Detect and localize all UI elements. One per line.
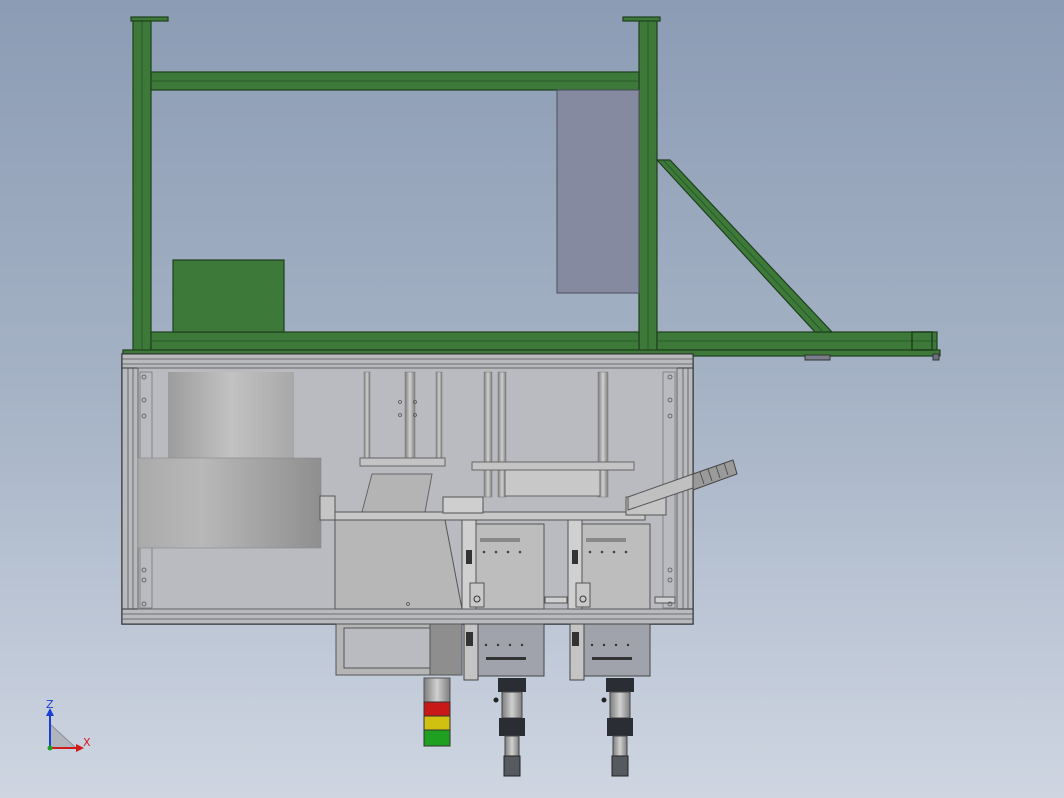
press-station-2 [567,519,651,610]
right-post-cap [622,16,661,22]
work-table [332,511,646,521]
stack-light-yellow [423,715,451,731]
stack-light-green [423,729,451,747]
carriage-plate-right [471,461,635,471]
guard-panel [556,89,640,294]
z-axis-label: Z [46,698,54,711]
cad-viewport[interactable]: Z X [0,0,1064,798]
actuator-2 [569,623,651,777]
carriage-plate-left [359,457,446,467]
actuator-1 [463,623,545,777]
axis-triad: Z X [46,698,91,752]
press-station-1 [461,519,545,610]
left-post-cap [130,16,169,22]
stack-light [423,677,451,747]
triad-plane [49,722,78,749]
stack-light-base [423,677,451,703]
lower-bracket [335,623,463,676]
outrigger-foot [932,353,940,361]
chute [361,473,433,513]
diagonal-brace [655,159,834,333]
exit-chute [692,459,738,491]
x-axis-label: X [83,736,91,749]
electrical-box [172,259,285,333]
stack-light-red [423,701,451,717]
press-base [334,519,463,610]
outrigger-pad [804,354,831,361]
triad-origin [47,745,53,751]
